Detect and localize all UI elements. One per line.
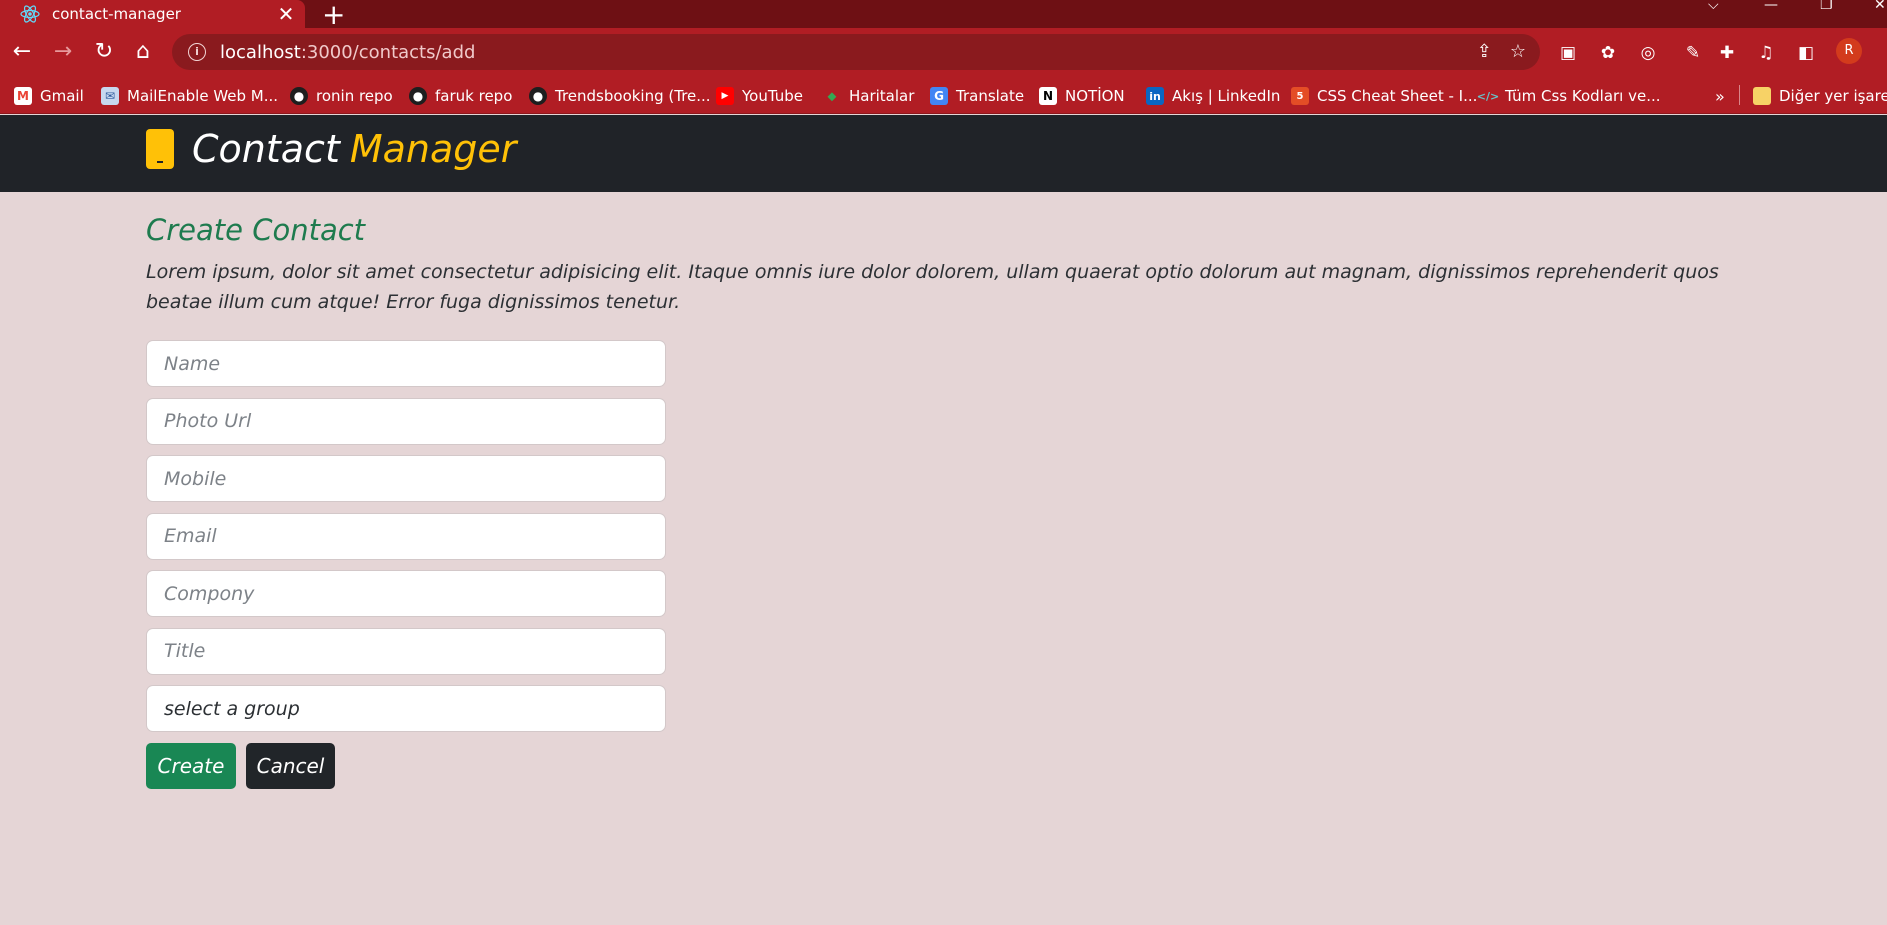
react-icon [20, 4, 40, 24]
email-input[interactable]: Email [146, 512, 666, 560]
bookmark-label: Gmail [40, 87, 84, 105]
translate-icon: G [930, 87, 948, 105]
reload-icon[interactable]: ↻ [92, 40, 116, 64]
cancel-button[interactable]: Cancel [246, 742, 335, 789]
brand-text-manager: Manager [349, 127, 517, 171]
form-actions: Create Cancel [146, 742, 666, 789]
bookmark-label: YouTube [742, 87, 803, 105]
bookmark-label: ronin repo [316, 87, 393, 105]
folder-icon [1753, 87, 1771, 105]
github-icon: ● [290, 87, 308, 105]
code-icon: </> [1476, 89, 1500, 103]
browser-toolbar: ← → ↻ ⌂ i localhost:3000/contacts/add ⇪ … [0, 28, 1887, 76]
new-tab-button[interactable]: + [322, 0, 345, 31]
phone-icon [146, 129, 174, 169]
extension-icon[interactable]: ✎ [1682, 42, 1704, 64]
side-panel-icon[interactable]: ◧ [1795, 42, 1817, 64]
html-icon: 5 [1291, 87, 1309, 105]
url-text[interactable]: localhost:3000/contacts/add [220, 42, 475, 63]
bookmark-css-kodlari[interactable]: </> Tüm Css Kodları ve... [1476, 86, 1661, 106]
app-navbar: Contact Manager [0, 115, 1887, 192]
bookmark-notion[interactable]: N NOTİON [1039, 86, 1125, 106]
maps-icon: ⬥ [827, 88, 837, 103]
home-icon[interactable]: ⌂ [131, 40, 155, 64]
create-button[interactable]: Create [146, 742, 236, 789]
bookmarks-divider [1739, 85, 1740, 105]
bookmark-star-icon[interactable]: ☆ [1510, 41, 1526, 62]
linkedin-icon: in [1146, 87, 1164, 105]
site-info-icon[interactable]: i [188, 43, 206, 61]
bookmark-label: MailEnable Web M... [127, 87, 279, 105]
bookmark-linkedin[interactable]: in Akış | LinkedIn [1146, 86, 1280, 106]
window-close-icon[interactable]: ✕ [1874, 0, 1886, 14]
bookmark-mailenable[interactable]: ✉ MailEnable Web M... [101, 86, 278, 106]
close-icon[interactable]: ✕ [273, 2, 299, 26]
puzzle-icon[interactable]: ✚ [1716, 42, 1738, 64]
url-path: :3000/contacts/add [300, 41, 476, 63]
notion-icon: N [1039, 87, 1057, 105]
bookmark-label: CSS Cheat Sheet - I... [1317, 87, 1478, 105]
create-contact-form: Name Photo Url Mobile Email Compony Titl… [146, 340, 666, 789]
bookmark-youtube[interactable]: ▶ YouTube [716, 86, 803, 106]
browser-tab-active[interactable]: contact-manager ✕ [0, 0, 305, 28]
bookmark-label: Diğer yer işaretl [1779, 87, 1887, 105]
tab-search-icon[interactable]: ⌵ [1708, 0, 1719, 14]
page-description: Lorem ipsum, dolor sit amet consectetur … [146, 261, 1719, 313]
mail-icon: ✉ [101, 87, 119, 105]
extension-icon[interactable]: ▣ [1557, 42, 1579, 64]
media-icon[interactable]: ♫ [1755, 42, 1777, 64]
bookmark-trendsbooking[interactable]: ● Trendsbooking (Tre... [529, 86, 711, 106]
minimize-icon[interactable]: — [1764, 0, 1778, 14]
brand-text-contact: Contact [192, 127, 340, 171]
share-icon[interactable]: ⇪ [1477, 41, 1492, 62]
gmail-icon: M [14, 87, 32, 105]
forward-icon[interactable]: → [51, 40, 75, 64]
bookmark-faruk-repo[interactable]: ● faruk repo [409, 86, 512, 106]
photo-url-input[interactable]: Photo Url [146, 397, 666, 445]
bookmark-label: Akış | LinkedIn [1172, 87, 1281, 105]
brand-link[interactable]: Contact Manager [146, 127, 516, 171]
extension-icon[interactable]: ◎ [1637, 42, 1659, 64]
bookmark-translate[interactable]: G Translate [930, 86, 1024, 106]
title-input[interactable]: Title [146, 627, 666, 675]
bookmark-label: NOTİON [1065, 87, 1125, 105]
group-select[interactable]: select a group [146, 685, 666, 732]
restore-icon[interactable]: ❐ [1820, 0, 1833, 14]
bookmark-label: Translate [956, 87, 1025, 105]
bookmark-label: Tüm Css Kodları ve... [1505, 87, 1661, 105]
bookmarks-bar: M Gmail ✉ MailEnable Web M... ● ronin re… [0, 76, 1887, 114]
browser-tab-strip: contact-manager ✕ + ⌵ — ❐ ✕ [0, 0, 1887, 31]
bookmarks-overflow-button[interactable]: » [1715, 86, 1725, 106]
url-host: localhost [220, 41, 301, 63]
github-icon: ● [409, 87, 427, 105]
avatar[interactable]: R [1836, 38, 1862, 64]
youtube-icon: ▶ [716, 87, 734, 105]
bookmark-css-cheat-sheet[interactable]: 5 CSS Cheat Sheet - I... [1291, 86, 1477, 106]
name-input[interactable]: Name [146, 340, 666, 387]
page-header: Create Contact Lorem ipsum, dolor sit am… [146, 213, 1746, 317]
extension-icon[interactable]: ✿ [1597, 42, 1619, 64]
github-icon: ● [529, 87, 547, 105]
mobile-input[interactable]: Mobile [146, 455, 666, 502]
other-bookmarks-folder[interactable]: Diğer yer işaretl [1753, 86, 1887, 106]
bookmark-gmail[interactable]: M Gmail [14, 86, 84, 106]
bookmark-haritalar[interactable]: ⬥ Haritalar [823, 86, 915, 106]
bookmark-label: Trendsbooking (Tre... [555, 87, 711, 105]
tab-title: contact-manager [52, 5, 181, 23]
bookmark-label: Haritalar [849, 87, 915, 105]
bookmark-ronin-repo[interactable]: ● ronin repo [290, 86, 393, 106]
bookmark-label: faruk repo [435, 87, 513, 105]
page-title: Create Contact [146, 213, 366, 247]
company-input[interactable]: Compony [146, 570, 666, 617]
back-icon[interactable]: ← [10, 40, 34, 64]
address-bar[interactable]: i localhost:3000/contacts/add ⇪ ☆ [172, 34, 1540, 70]
